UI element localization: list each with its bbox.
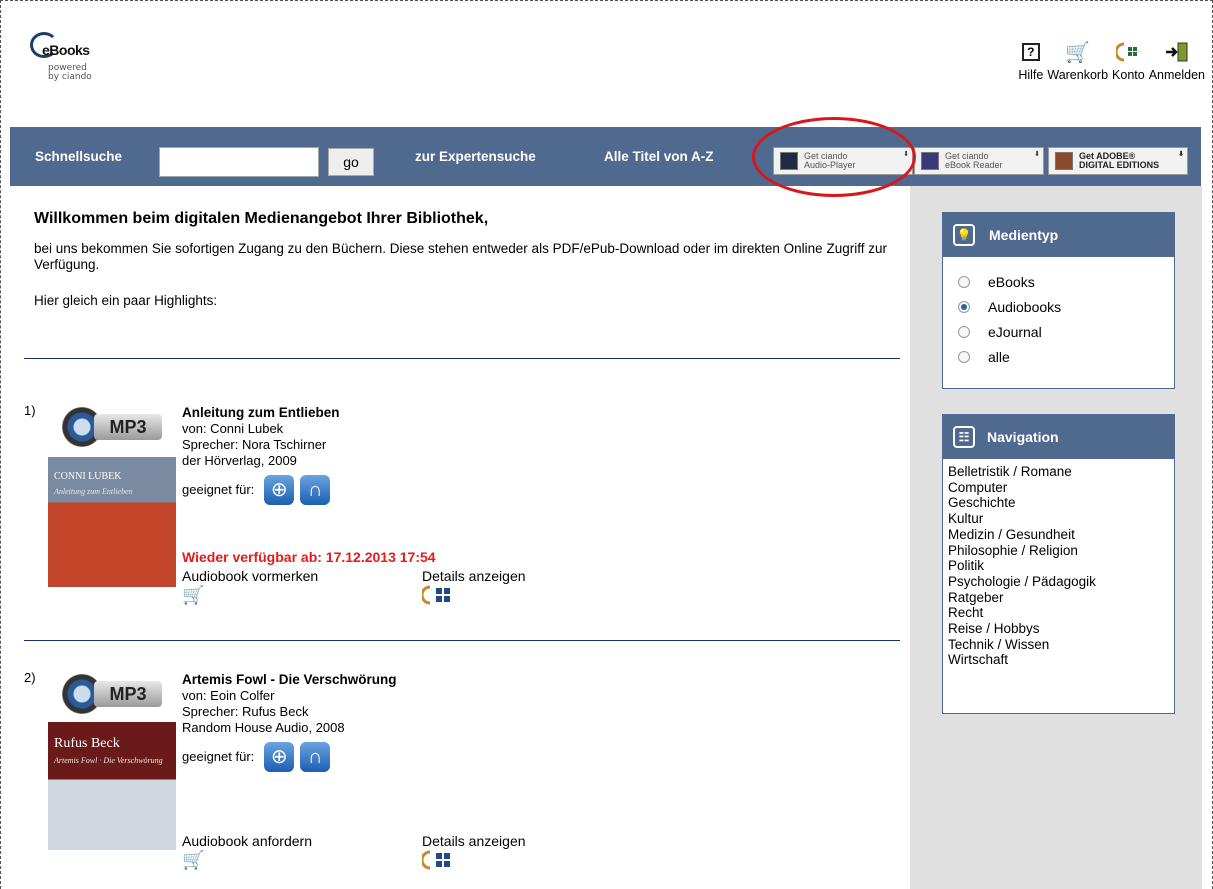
request-audiobook-link[interactable]: Audiobook anfordern 🛒 bbox=[182, 833, 312, 870]
navigation-box: ☷ Navigation Belletristik / Romane Compu… bbox=[942, 414, 1175, 714]
sidebar: 💡 Medientyp eBooks Audiobooks eJournal a… bbox=[910, 186, 1202, 889]
adobe-digital-editions-badge[interactable]: Get ADOBE® DIGITAL EDITIONS ⬇ bbox=[1048, 147, 1188, 175]
details-icon bbox=[422, 585, 450, 605]
category-wirtschaft[interactable]: Wirtschaft bbox=[948, 652, 1174, 668]
category-psychologie[interactable]: Psychologie / Pädagogik bbox=[948, 574, 1174, 590]
mp3-format-icon: MP3 bbox=[52, 672, 162, 716]
entry-number: 1) bbox=[24, 403, 36, 418]
ebooks-logo[interactable]: eBooks powered by ciando bbox=[30, 30, 120, 90]
mediatype-box: 💡 Medientyp eBooks Audiobooks eJournal a… bbox=[942, 212, 1175, 389]
entry-author: von: Eoin Colfer bbox=[182, 688, 275, 703]
headphones-icon: ∩ bbox=[300, 742, 331, 772]
logo-brand: eBooks bbox=[42, 42, 90, 58]
ebook-reader-badge[interactable]: Get ciando eBook Reader ⬇ bbox=[914, 147, 1044, 175]
cart-icon: 🛒 bbox=[182, 850, 205, 870]
category-list: Belletristik / Romane Computer Geschicht… bbox=[943, 459, 1174, 668]
category-medizin[interactable]: Medizin / Gesundheit bbox=[948, 527, 1174, 543]
download-arrow-icon: ⬇ bbox=[1178, 151, 1184, 158]
category-kultur[interactable]: Kultur bbox=[948, 511, 1174, 527]
login-icon bbox=[1165, 42, 1188, 62]
availability-notice: Wieder verfügbar ab: 17.12.2013 17:54 bbox=[182, 549, 436, 565]
category-geschichte[interactable]: Geschichte bbox=[948, 495, 1174, 511]
details-icon bbox=[422, 850, 450, 870]
category-philosophie[interactable]: Philosophie / Religion bbox=[948, 543, 1174, 559]
details-link[interactable]: Details anzeigen bbox=[422, 568, 526, 605]
cart-icon: 🛒 bbox=[182, 585, 205, 605]
search-bar: Schnellsuche go zur Expertensuche Alle T… bbox=[10, 127, 1201, 186]
entry-number: 2) bbox=[24, 670, 36, 685]
all-titles-az-link[interactable]: Alle Titel von A-Z bbox=[604, 149, 714, 164]
intro-text: bei uns bekommen Sie sofortigen Zugang z… bbox=[34, 241, 887, 272]
account-link[interactable]: Konto bbox=[1112, 36, 1145, 82]
radio-button-selected[interactable] bbox=[958, 300, 970, 313]
entry-publisher: Random House Audio, 2008 bbox=[182, 720, 345, 735]
mediatype-option-all[interactable]: alle bbox=[943, 344, 1174, 369]
reader-icon bbox=[921, 152, 939, 170]
category-recht[interactable]: Recht bbox=[948, 605, 1174, 621]
quick-search-input[interactable] bbox=[159, 147, 319, 177]
mp3-format-icon: MP3 bbox=[52, 405, 162, 449]
cart-link[interactable]: 🛒 Warenkorb bbox=[1047, 36, 1108, 83]
entry-title[interactable]: Artemis Fowl - Die Verschwörung bbox=[182, 672, 397, 688]
welcome-heading: Willkommen beim digitalen Medienangebot … bbox=[34, 210, 489, 227]
entry-info: Artemis Fowl - Die Verschwörung von: Eoi… bbox=[182, 672, 397, 772]
category-computer[interactable]: Computer bbox=[948, 480, 1174, 496]
list-icon: ☷ bbox=[953, 426, 975, 448]
top-navigation: ? Hilfe 🛒 Warenkorb Konto Anmelden bbox=[1014, 36, 1205, 83]
download-arrow-icon: ⬇ bbox=[1034, 151, 1040, 158]
account-icon bbox=[1116, 42, 1138, 62]
mediatype-header: 💡 Medientyp bbox=[943, 213, 1174, 257]
mediatype-option-ebooks[interactable]: eBooks bbox=[943, 269, 1174, 294]
category-belletristik[interactable]: Belletristik / Romane bbox=[948, 464, 1174, 480]
compass-icon: ⊕ bbox=[264, 475, 295, 505]
help-link[interactable]: ? Hilfe bbox=[1018, 36, 1043, 82]
help-icon: ? bbox=[1021, 43, 1040, 61]
entry-author: von: Conni Lubek bbox=[182, 421, 284, 436]
login-link[interactable]: Anmelden bbox=[1149, 36, 1205, 82]
highlights-text: Hier gleich ein paar Highlights: bbox=[34, 293, 218, 308]
radio-button[interactable] bbox=[958, 275, 970, 288]
entry-info: Anleitung zum Entlieben von: Conni Lubek… bbox=[182, 405, 340, 505]
suitable-for: geeignet für: ⊕ ∩ bbox=[182, 475, 340, 505]
quick-search-label: Schnellsuche bbox=[35, 149, 123, 164]
entry-speaker: Sprecher: Nora Tschirner bbox=[182, 437, 327, 452]
headphones-icon: ∩ bbox=[300, 475, 331, 505]
entry-publisher: der Hörverlag, 2009 bbox=[182, 453, 297, 468]
reserve-audiobook-link[interactable]: Audiobook vormerken 🛒 bbox=[182, 568, 318, 605]
main-content: Willkommen beim digitalen Medienangebot … bbox=[34, 210, 900, 308]
divider bbox=[24, 358, 900, 359]
logo-tagline: powered by ciando bbox=[48, 63, 92, 82]
entry-title[interactable]: Anleitung zum Entlieben bbox=[182, 405, 340, 421]
expert-search-link[interactable]: zur Expertensuche bbox=[415, 149, 536, 164]
book-cover[interactable]: Rufus Beck Artemis Fowl · Die Verschwöru… bbox=[48, 722, 176, 850]
details-link[interactable]: Details anzeigen bbox=[422, 833, 526, 870]
navigation-header: ☷ Navigation bbox=[943, 415, 1174, 459]
category-reise[interactable]: Reise / Hobbys bbox=[948, 621, 1174, 637]
mediatype-option-ejournal[interactable]: eJournal bbox=[943, 319, 1174, 344]
lightbulb-icon: 💡 bbox=[953, 224, 975, 246]
book-cover[interactable]: CONNI LUBEK Anleitung zum Entlieben bbox=[48, 457, 176, 587]
red-highlight-circle bbox=[752, 117, 916, 197]
divider bbox=[24, 640, 900, 641]
radio-button[interactable] bbox=[958, 325, 970, 338]
cart-icon: 🛒 bbox=[1065, 41, 1091, 64]
mediatype-option-audiobooks[interactable]: Audiobooks bbox=[943, 294, 1174, 319]
adobe-icon bbox=[1055, 152, 1073, 170]
suitable-for: geeignet für: ⊕ ∩ bbox=[182, 742, 397, 772]
compass-icon: ⊕ bbox=[264, 742, 295, 772]
radio-button[interactable] bbox=[958, 350, 970, 363]
category-technik[interactable]: Technik / Wissen bbox=[948, 637, 1174, 653]
entry-speaker: Sprecher: Rufus Beck bbox=[182, 704, 309, 719]
category-politik[interactable]: Politik bbox=[948, 558, 1174, 574]
go-button[interactable]: go bbox=[328, 148, 374, 176]
category-ratgeber[interactable]: Ratgeber bbox=[948, 590, 1174, 606]
